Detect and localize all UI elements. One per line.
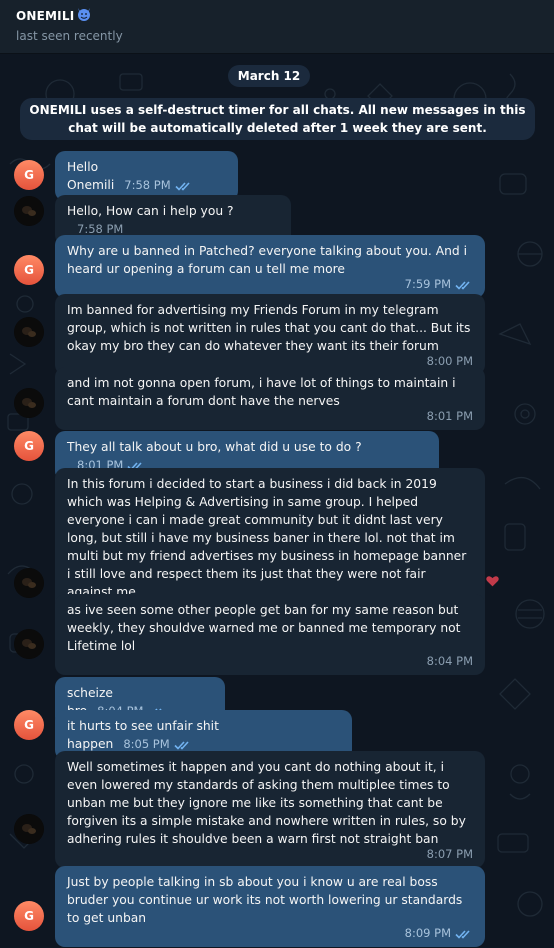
message-text: Well sometimes it happen and you cant do… bbox=[67, 760, 466, 846]
onemili-avatar[interactable] bbox=[14, 388, 44, 418]
incoming-message-bubble[interactable]: Well sometimes it happen and you cant do… bbox=[55, 751, 485, 868]
message-time-text: 8:09 PM bbox=[404, 926, 451, 940]
incoming-message-bubble[interactable]: and im not gonna open forum, i have lot … bbox=[55, 367, 485, 430]
message-text: Hello, How can i help you ? bbox=[67, 204, 234, 218]
message-time-text: 8:01 PM bbox=[426, 409, 473, 423]
user-avatar[interactable]: G bbox=[14, 431, 44, 461]
smiling-devil-emoji-icon bbox=[78, 8, 90, 21]
message-text: They all talk about u bro, what did u us… bbox=[67, 440, 362, 454]
outgoing-message-bubble[interactable]: Why are u banned in Patched? everyone ta… bbox=[55, 235, 485, 298]
self-destruct-service-message: ONEMILI uses a self-destruct timer for a… bbox=[20, 98, 535, 140]
message-time: 7:58 PM bbox=[77, 222, 123, 236]
message-time-text: 7:58 PM bbox=[124, 178, 171, 192]
onemili-avatar[interactable] bbox=[14, 317, 44, 347]
chat-history[interactable]: March 12 ONEMILI uses a self-destruct ti… bbox=[0, 54, 554, 948]
onemili-avatar[interactable] bbox=[14, 629, 44, 659]
chat-title[interactable]: ONEMILI bbox=[16, 9, 74, 23]
message-time: 8:05 PM bbox=[123, 737, 191, 751]
incoming-message-bubble[interactable]: as ive seen some other people get ban fo… bbox=[55, 594, 485, 675]
message-time-text: 8:00 PM bbox=[426, 354, 473, 368]
date-separator: March 12 bbox=[228, 65, 310, 87]
user-avatar[interactable]: G bbox=[14, 255, 44, 285]
message-time: 7:59 PM bbox=[405, 275, 473, 293]
message-text: Just by people talking in sb about you i… bbox=[67, 875, 463, 925]
chat-header[interactable]: ONEMILI last seen recently bbox=[0, 0, 554, 54]
user-avatar[interactable]: G bbox=[14, 160, 44, 190]
double-check-read-icon bbox=[171, 178, 193, 192]
message-time: 8:07 PM bbox=[427, 845, 473, 863]
message-time-text: 8:07 PM bbox=[426, 847, 473, 861]
message-text: Hello Onemili bbox=[67, 160, 115, 192]
outgoing-message-bubble[interactable]: Hello Onemili 7:58 PM bbox=[55, 151, 238, 201]
user-avatar[interactable]: G bbox=[14, 901, 44, 931]
incoming-message-bubble[interactable]: Im banned for advertising my Friends For… bbox=[55, 294, 485, 375]
chat-status: last seen recently bbox=[16, 29, 123, 43]
message-time-text: 8:04 PM bbox=[426, 654, 473, 668]
user-avatar[interactable]: G bbox=[14, 710, 44, 740]
message-text: as ive seen some other people get ban fo… bbox=[67, 603, 461, 653]
message-text: Why are u banned in Patched? everyone ta… bbox=[67, 244, 468, 276]
heart-reaction-icon[interactable] bbox=[486, 575, 499, 587]
message-time: 8:04 PM bbox=[427, 652, 473, 670]
onemili-avatar[interactable] bbox=[14, 814, 44, 844]
message-time: 8:01 PM bbox=[427, 407, 473, 425]
message-text: In this forum i decided to start a busin… bbox=[67, 477, 467, 599]
message-text: and im not gonna open forum, i have lot … bbox=[67, 376, 456, 408]
double-check-read-icon bbox=[451, 277, 473, 291]
message-time: 7:58 PM bbox=[124, 178, 192, 192]
double-check-read-icon bbox=[170, 737, 192, 751]
message-time-text: 7:59 PM bbox=[404, 277, 451, 291]
double-check-read-icon bbox=[451, 926, 473, 940]
message-time-text: 8:05 PM bbox=[123, 737, 170, 751]
onemili-avatar[interactable] bbox=[14, 568, 44, 598]
message-time: 8:09 PM bbox=[405, 924, 473, 942]
message-time-text: 7:58 PM bbox=[77, 222, 124, 236]
outgoing-message-bubble[interactable]: Just by people talking in sb about you i… bbox=[55, 866, 485, 947]
onemili-avatar[interactable] bbox=[14, 196, 44, 226]
message-text: Im banned for advertising my Friends For… bbox=[67, 303, 471, 353]
